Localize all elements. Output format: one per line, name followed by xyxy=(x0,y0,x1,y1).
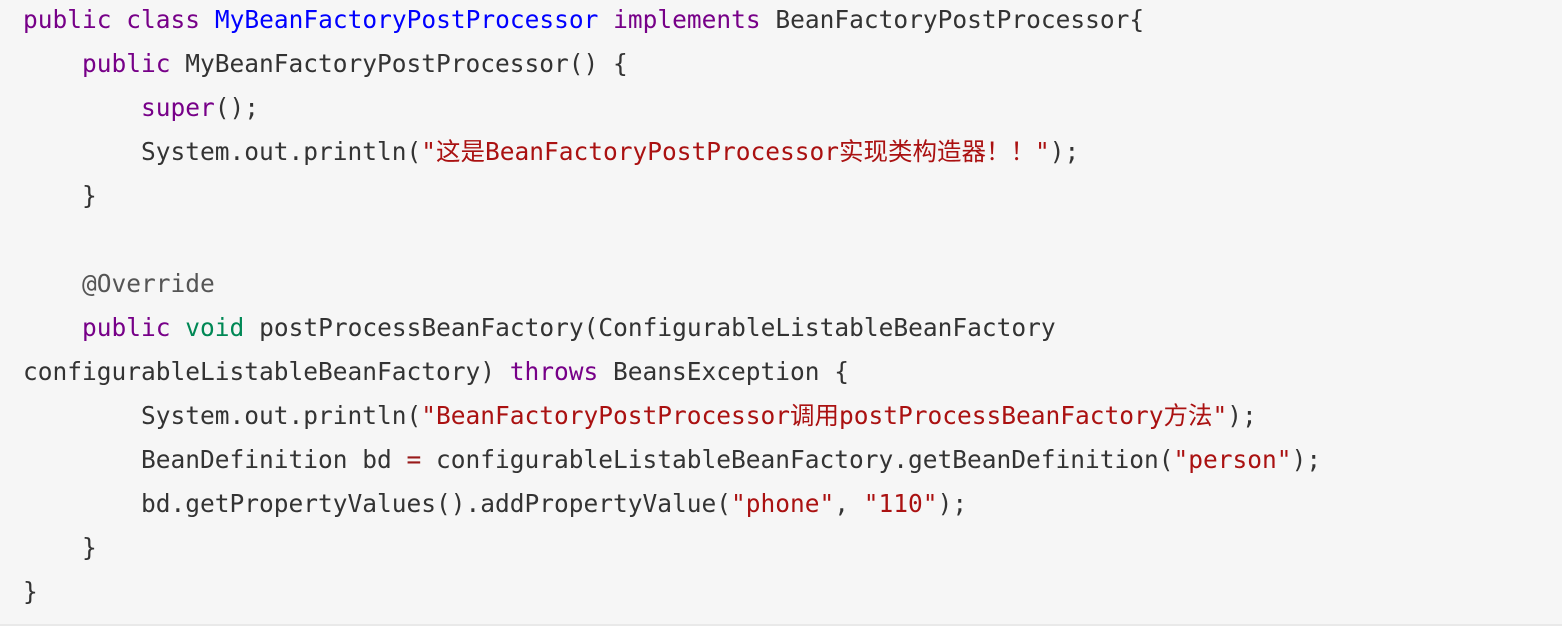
code-token-keyword: class xyxy=(126,5,201,34)
code-token-plain: postProcessBeanFactory(ConfigurableLista… xyxy=(244,313,1056,342)
code-token-keyword: public xyxy=(82,49,171,78)
code-line: super(); xyxy=(23,88,1562,132)
code-token-keyword: super xyxy=(141,93,215,122)
code-token-typekw: void xyxy=(185,313,245,342)
code-line: public void postProcessBeanFactory(Confi… xyxy=(23,308,1562,352)
code-token-plain: ); xyxy=(1049,137,1080,166)
code-token-plain: configurableListableBeanFactory) xyxy=(23,357,510,386)
code-token-string: "110" xyxy=(863,489,938,518)
code-token-plain: (); xyxy=(214,93,260,122)
code-token-string: "BeanFactoryPostProcessor调用postProcessBe… xyxy=(421,401,1228,430)
code-token-keyword: implements xyxy=(613,5,761,34)
code-token-plain: } xyxy=(23,577,38,606)
code-line: bd.getPropertyValues().addPropertyValue(… xyxy=(23,484,1562,528)
code-line: } xyxy=(23,572,1562,616)
code-token-plain: ); xyxy=(937,489,968,518)
code-token-plain: System.out.println( xyxy=(23,137,422,166)
code-token-plain: MyBeanFactoryPostProcessor() { xyxy=(170,49,628,78)
code-token-plain: } xyxy=(23,533,97,562)
code-line: configurableListableBeanFactory) throws … xyxy=(23,352,1562,396)
code-token-plain: System.out.println( xyxy=(23,401,422,430)
code-token-op: = xyxy=(406,445,422,474)
code-token-plain: ); xyxy=(1227,401,1257,430)
code-line: BeanDefinition bd = configurableListable… xyxy=(23,440,1562,484)
code-token-meta: @Override xyxy=(82,269,215,298)
code-line: System.out.println("BeanFactoryPostProce… xyxy=(23,396,1562,440)
code-token-plain: } xyxy=(23,181,97,210)
code-block: public class MyBeanFactoryPostProcessor … xyxy=(0,0,1562,624)
code-token-plain: BeansException { xyxy=(598,357,850,386)
code-token-keyword: throws xyxy=(509,357,599,386)
code-token-plain: BeanFactoryPostProcessor{ xyxy=(760,5,1145,34)
code-token-string: "这是BeanFactoryPostProcessor实现类构造器！！" xyxy=(421,137,1050,166)
code-token-plain: BeanDefinition bd xyxy=(23,445,407,474)
code-token-plain: ); xyxy=(1291,445,1322,474)
code-line: System.out.println("这是BeanFactoryPostPro… xyxy=(23,132,1562,176)
code-line: } xyxy=(23,176,1562,220)
code-token-def: MyBeanFactoryPostProcessor xyxy=(214,5,599,34)
code-token-keyword: public xyxy=(23,5,112,34)
code-line: public MyBeanFactoryPostProcessor() { xyxy=(23,44,1562,88)
code-token-plain: bd.getPropertyValues().addPropertyValue( xyxy=(23,489,732,518)
code-line: public class MyBeanFactoryPostProcessor … xyxy=(23,0,1562,44)
code-line: } xyxy=(23,528,1562,572)
code-token-plain: configurableListableBeanFactory.getBeanD… xyxy=(421,445,1174,474)
code-token-string: "phone" xyxy=(731,489,835,518)
code-token-keyword: public xyxy=(82,313,171,342)
code-token-string: "person" xyxy=(1173,445,1292,474)
code-line: @Override xyxy=(23,264,1562,308)
code-token-plain: , xyxy=(834,489,864,518)
